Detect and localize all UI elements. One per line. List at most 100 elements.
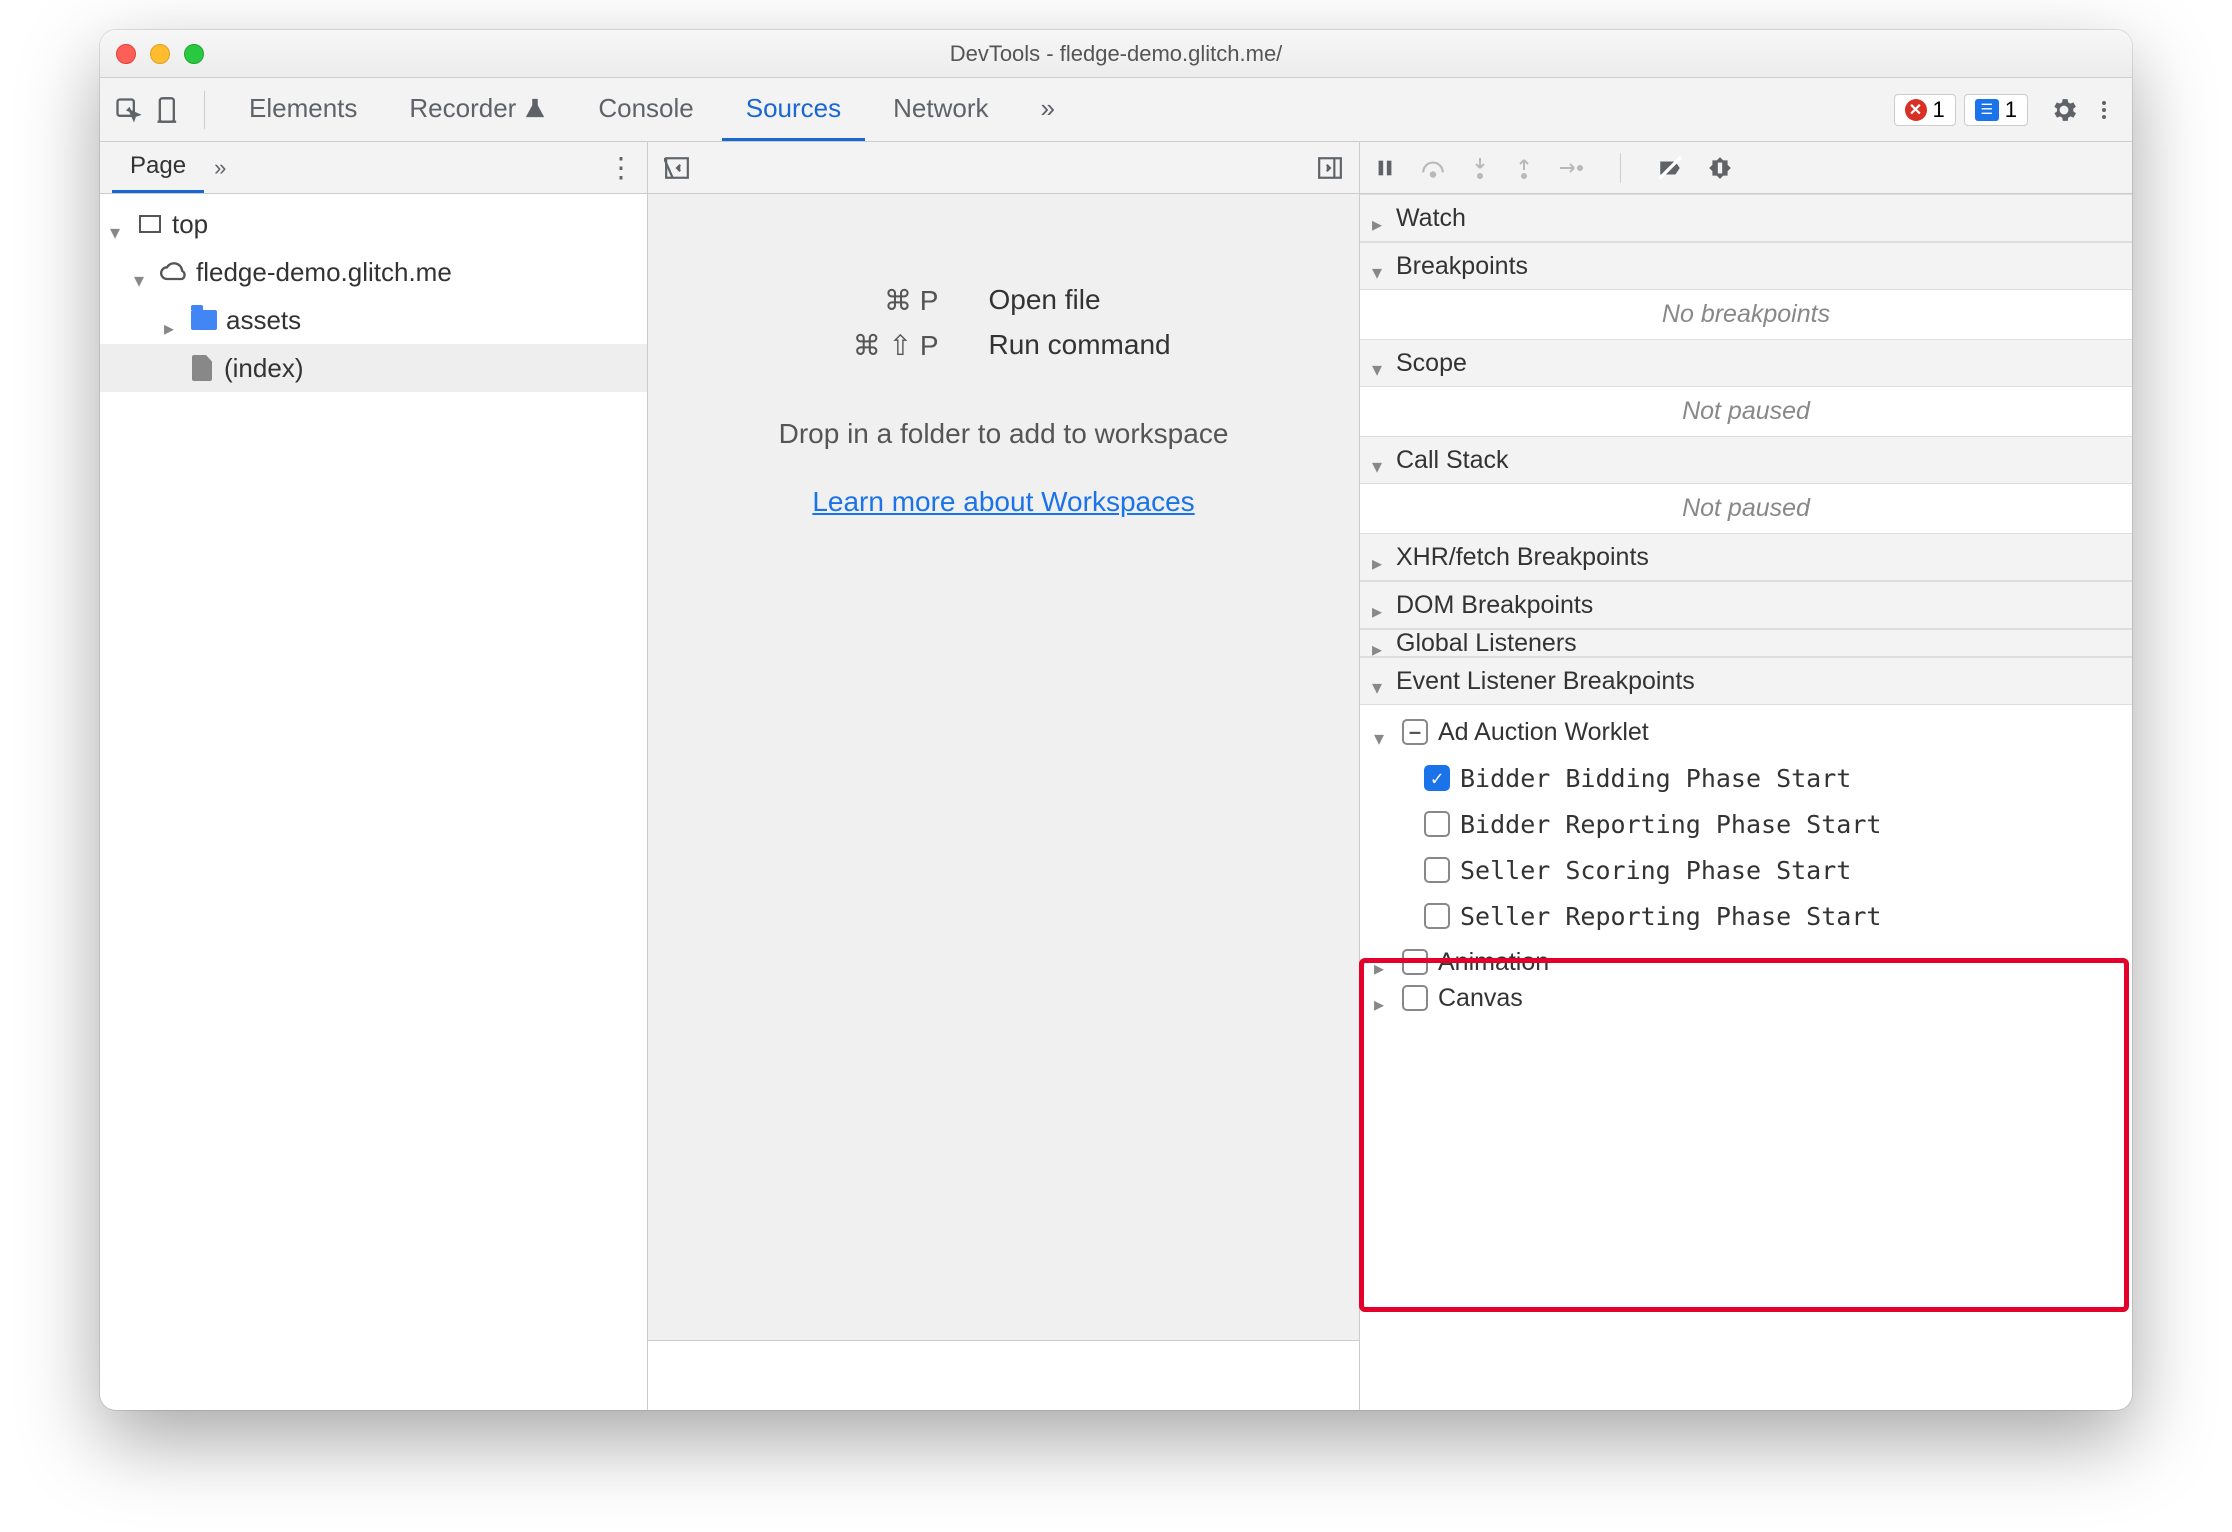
step-icon[interactable]: [1558, 158, 1584, 178]
window-title: DevTools - fledge-demo.glitch.me/: [100, 41, 2132, 67]
folder-icon: [190, 306, 218, 334]
section-callstack[interactable]: Call Stack: [1360, 436, 2132, 484]
flask-icon: [524, 97, 546, 119]
devtools-window: DevTools - fledge-demo.glitch.me/ Elemen…: [100, 30, 2132, 1410]
pause-icon[interactable]: [1374, 157, 1396, 179]
shortcut-list: ⌘ P Open file ⌘ ⇧ P Run command: [759, 284, 1249, 362]
elb-category-canvas[interactable]: Canvas: [1360, 985, 2132, 1011]
section-watch[interactable]: Watch: [1360, 194, 2132, 242]
error-icon: ✕: [1905, 99, 1927, 121]
elb-item[interactable]: Bidder Bidding Phase Start: [1360, 755, 2132, 801]
navigator-more-tabs[interactable]: »: [214, 155, 226, 181]
file-icon: [188, 354, 216, 382]
tab-console[interactable]: Console: [574, 78, 717, 141]
inspect-element-icon[interactable]: [112, 94, 144, 126]
shortcut-key: ⌘ ⇧ P: [759, 329, 939, 362]
navigator-kebab-icon[interactable]: ⋮: [607, 151, 635, 184]
tree-file-index[interactable]: (index): [100, 344, 647, 392]
chevron-down-icon: [110, 215, 128, 233]
chevron-right-icon: [1374, 989, 1392, 1007]
more-tabs[interactable]: »: [1016, 78, 1078, 141]
tab-sources[interactable]: Sources: [722, 78, 865, 141]
collapse-debugger-icon[interactable]: [1317, 155, 1343, 181]
kebab-menu-icon[interactable]: [2088, 94, 2120, 126]
elb-item[interactable]: Seller Reporting Phase Start: [1360, 893, 2132, 939]
message-badge[interactable]: ☰ 1: [1964, 94, 2028, 126]
panel-tabs: Elements Recorder Console Sources Networ…: [225, 78, 1079, 141]
section-global-listeners[interactable]: Global Listeners: [1360, 629, 2132, 657]
checkbox-indeterminate[interactable]: [1402, 719, 1428, 745]
section-event-listener-breakpoints[interactable]: Event Listener Breakpoints: [1360, 657, 2132, 705]
checkbox[interactable]: [1424, 811, 1450, 837]
chevron-right-icon: [1374, 953, 1392, 971]
separator: [1620, 153, 1621, 183]
settings-icon[interactable]: [2048, 94, 2080, 126]
scope-empty: Not paused: [1360, 387, 2132, 436]
elb-item[interactable]: Seller Scoring Phase Start: [1360, 847, 2132, 893]
file-tree: top fledge-demo.glitch.me assets (ind: [100, 194, 647, 1410]
section-dom-breakpoints[interactable]: DOM Breakpoints: [1360, 581, 2132, 629]
debugger-toolbar: [1360, 142, 2132, 194]
shortcut-label: Open file: [989, 284, 1249, 317]
navigator-panel: Page » ⋮ top fledge-demo.glitch.me: [100, 142, 648, 1410]
editor-panel: ⌘ P Open file ⌘ ⇧ P Run command Drop in …: [648, 142, 1360, 1410]
navigator-tabs: Page » ⋮: [100, 142, 647, 194]
section-xhr-breakpoints[interactable]: XHR/fetch Breakpoints: [1360, 533, 2132, 581]
drop-hint: Drop in a folder to add to workspace: [779, 418, 1229, 450]
main-toolbar: Elements Recorder Console Sources Networ…: [100, 78, 2132, 142]
tree-folder-assets[interactable]: assets: [100, 296, 647, 344]
tab-elements[interactable]: Elements: [225, 78, 381, 141]
error-badge[interactable]: ✕ 1: [1894, 94, 1956, 126]
frame-icon: [136, 210, 164, 238]
editor-placeholder: ⌘ P Open file ⌘ ⇧ P Run command Drop in …: [648, 194, 1359, 1340]
step-out-icon[interactable]: [1514, 156, 1534, 180]
checkbox[interactable]: [1402, 985, 1428, 1011]
shortcut-key: ⌘ P: [759, 284, 939, 317]
step-over-icon[interactable]: [1420, 157, 1446, 179]
separator: [204, 91, 205, 129]
device-toolbar-icon[interactable]: [152, 94, 184, 126]
cloud-icon: [160, 258, 188, 286]
breakpoints-empty: No breakpoints: [1360, 290, 2132, 339]
chevron-down-icon: [1374, 723, 1392, 741]
checkbox[interactable]: [1424, 765, 1450, 791]
navigator-tab-page[interactable]: Page: [112, 142, 204, 193]
checkbox[interactable]: [1402, 949, 1428, 975]
elb-category-ad-auction[interactable]: Ad Auction Worklet: [1360, 709, 2132, 755]
checkbox[interactable]: [1424, 857, 1450, 883]
chevron-down-icon: [1372, 354, 1390, 372]
chevron-down-icon: [1372, 672, 1390, 690]
editor-toolbar: [648, 142, 1359, 194]
chevron-right-icon: [164, 311, 182, 329]
chevron-right-icon: [1372, 548, 1390, 566]
chevron-right-icon: [1372, 596, 1390, 614]
callstack-empty: Not paused: [1360, 484, 2132, 533]
shortcut-label: Run command: [989, 329, 1249, 362]
elb-category-animation[interactable]: Animation: [1360, 939, 2132, 985]
elb-body: Ad Auction Worklet Bidder Bidding Phase …: [1360, 705, 2132, 1015]
tree-origin[interactable]: fledge-demo.glitch.me: [100, 248, 647, 296]
chevron-down-icon: [1372, 257, 1390, 275]
debugger-panel: Watch Breakpoints No breakpoints Scope N…: [1360, 142, 2132, 1410]
step-into-icon[interactable]: [1470, 156, 1490, 180]
chevron-down-icon: [1372, 451, 1390, 469]
section-breakpoints[interactable]: Breakpoints: [1360, 242, 2132, 290]
section-scope[interactable]: Scope: [1360, 339, 2132, 387]
content-area: Page » ⋮ top fledge-demo.glitch.me: [100, 142, 2132, 1410]
tab-network[interactable]: Network: [869, 78, 1012, 141]
debugger-sections: Watch Breakpoints No breakpoints Scope N…: [1360, 194, 2132, 1410]
pause-on-exceptions-icon[interactable]: [1707, 155, 1733, 181]
tab-recorder[interactable]: Recorder: [385, 78, 570, 141]
titlebar: DevTools - fledge-demo.glitch.me/: [100, 30, 2132, 78]
editor-footer: [648, 1340, 1359, 1410]
chevron-down-icon: [134, 263, 152, 281]
checkbox[interactable]: [1424, 903, 1450, 929]
elb-item[interactable]: Bidder Reporting Phase Start: [1360, 801, 2132, 847]
workspaces-link[interactable]: Learn more about Workspaces: [812, 486, 1194, 518]
message-icon: ☰: [1975, 99, 1999, 121]
chevron-right-icon: [1372, 634, 1390, 652]
chevron-right-icon: [1372, 209, 1390, 227]
deactivate-breakpoints-icon[interactable]: [1657, 155, 1683, 181]
tree-frame-top[interactable]: top: [100, 200, 647, 248]
collapse-navigator-icon[interactable]: [664, 155, 690, 181]
